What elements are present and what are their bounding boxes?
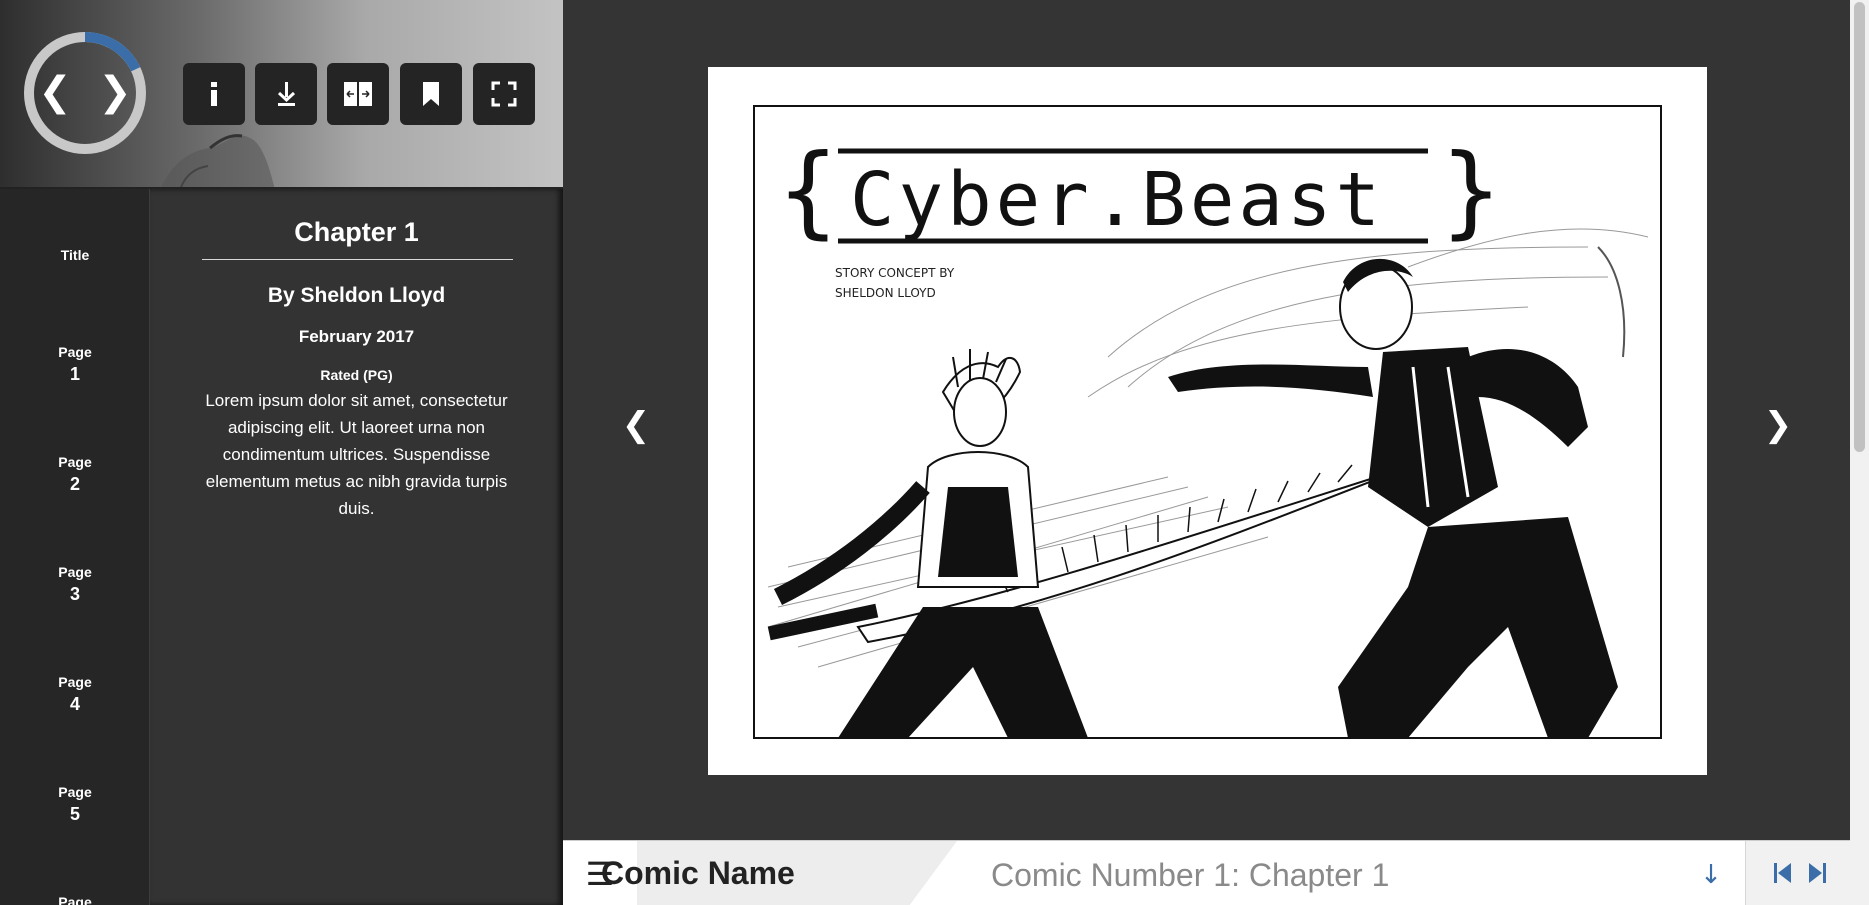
first-page-button[interactable]: [1766, 859, 1798, 889]
spread-icon: [344, 82, 372, 106]
page-list-item-label: Page: [58, 674, 92, 690]
page-list-item-label: Page: [58, 344, 92, 360]
comic-reader-app: ❮ ❯ Title Page 1 Page 2 Page 3 Page 4 Pa…: [0, 0, 1869, 905]
author-line: By Sheldon Lloyd: [267, 284, 446, 307]
page-list-item-label: Page: [58, 564, 92, 580]
page-list-item[interactable]: Page 2: [0, 454, 150, 495]
page-list-item[interactable]: Page 1: [0, 344, 150, 385]
fullscreen-button[interactable]: [473, 63, 535, 125]
scrollbar-thumb[interactable]: [1854, 2, 1865, 452]
next-page-button[interactable]: ❯: [1753, 395, 1803, 455]
chapter-info-panel: Chapter 1 By Sheldon Lloyd February 2017…: [150, 189, 563, 905]
chapter-dropdown-button[interactable]: ↓: [1693, 853, 1729, 897]
prev-page-button[interactable]: ❮: [611, 395, 661, 455]
page-list-item-label: Page: [58, 454, 92, 470]
page-list-item[interactable]: Title: [0, 247, 150, 263]
rating-label: Rated (PG): [320, 367, 393, 383]
cover-credit-line-1: STORY CONCEPT BY: [835, 266, 955, 280]
page-spread-button[interactable]: [327, 63, 389, 125]
banner-artwork: [161, 134, 275, 187]
page-list-item-number: 5: [69, 804, 80, 824]
page-list-item-number: 2: [69, 474, 80, 494]
fullscreen-icon: [491, 81, 517, 107]
page-scrollbar[interactable]: [1850, 0, 1869, 905]
publish-date: February 2017: [298, 327, 415, 346]
next-page-ring-button[interactable]: ❯: [97, 60, 133, 124]
jump-controls: [1745, 841, 1850, 905]
bottom-bar: ☰ Comic Name Comic Number 1: Chapter 1 ↓: [563, 840, 1850, 905]
chapter-selector-label[interactable]: Comic Number 1: Chapter 1: [991, 857, 1389, 894]
page-list-item-label: Page: [58, 894, 92, 905]
page-list-item-number: 1: [69, 364, 80, 384]
download-button[interactable]: [255, 63, 317, 125]
sidebar: ❮ ❯ Title Page 1 Page 2 Page 3 Page 4 Pa…: [0, 0, 563, 905]
prev-page-ring-button[interactable]: ❮: [37, 60, 73, 124]
page-list-item-number: 4: [69, 694, 80, 714]
chapter-description: Lorem ipsum dolor sit amet, consectetur …: [205, 391, 508, 518]
cover-title: Cyber.Beast: [850, 157, 1384, 243]
page-list-item[interactable]: Page 4: [0, 674, 150, 715]
cover-credit-line-2: SHELDON LLOYD: [835, 286, 936, 300]
page-list-item-number: 3: [69, 584, 80, 604]
page-list-item[interactable]: Page 3: [0, 564, 150, 605]
bookmark-button[interactable]: [400, 63, 462, 125]
page-list-item-label: Title: [60, 247, 90, 263]
bookmark-icon: [423, 82, 439, 106]
last-page-button[interactable]: [1802, 859, 1834, 889]
cover-brace-open: {: [778, 132, 838, 249]
page-list-item[interactable]: Page: [0, 894, 150, 905]
page-list-item[interactable]: Page 5: [0, 784, 150, 825]
skip-last-icon: [1809, 863, 1826, 883]
toolbar-banner: ❮ ❯: [0, 0, 563, 189]
reader-area: ❮ { Cyber.Beast } STORY CONCEPT BY SHELD…: [563, 0, 1850, 840]
download-icon: [277, 82, 296, 106]
skip-first-icon: [1774, 863, 1791, 883]
page-list: Title Page 1 Page 2 Page 3 Page 4 Page 5 Page: [0, 189, 150, 905]
title-divider: [202, 259, 513, 260]
cover-brace-close: }: [1441, 132, 1501, 249]
page-list-item-label: Page: [58, 784, 92, 800]
comic-name: Comic Name: [601, 855, 795, 891]
info-button[interactable]: [183, 63, 245, 125]
comic-cover-art: { Cyber.Beast } STORY CONCEPT BY SHELDON…: [753, 105, 1662, 739]
info-icon: [211, 82, 217, 106]
comic-page-image: { Cyber.Beast } STORY CONCEPT BY SHELDON…: [708, 67, 1707, 775]
chapter-title: Chapter 1: [294, 217, 419, 247]
